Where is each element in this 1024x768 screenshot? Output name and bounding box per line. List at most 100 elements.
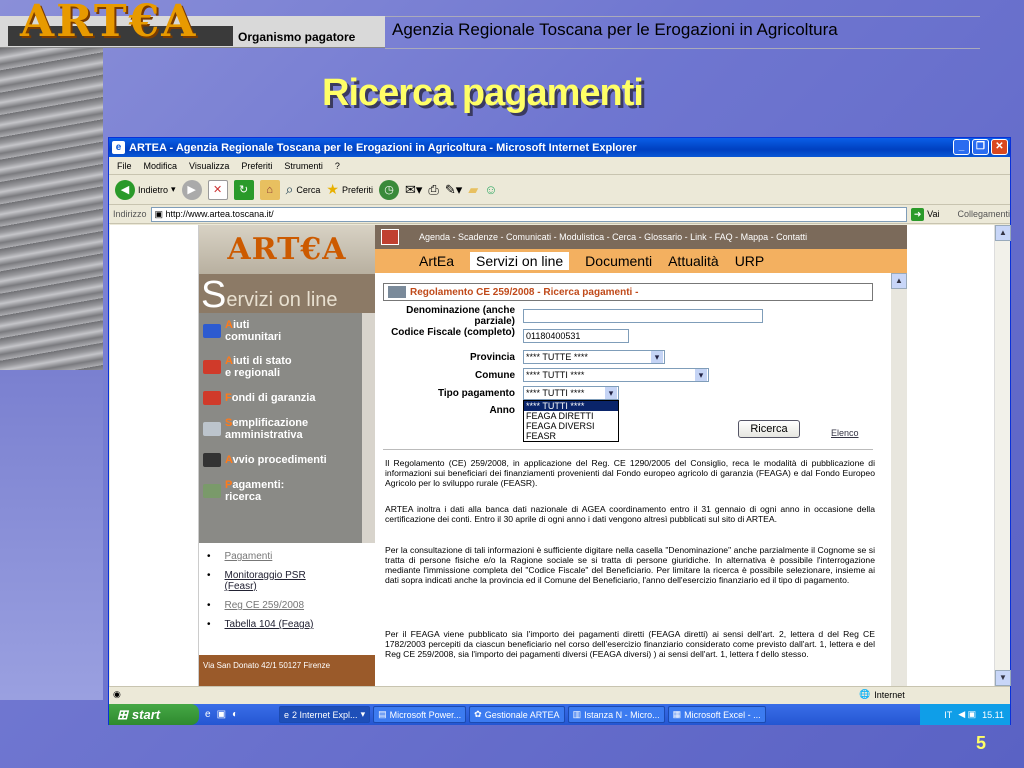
page-icon: ▣ [154, 208, 166, 219]
address-label: Indirizzo [113, 209, 147, 219]
forward-icon[interactable]: ▶ [181, 179, 202, 200]
home-icon[interactable]: ⌂ [259, 179, 280, 200]
dropdown-option[interactable]: FEAGA DIRETTI [524, 411, 618, 421]
close-button[interactable]: ✕ [991, 139, 1008, 155]
comune-label: Comune [475, 370, 515, 381]
tipo-pagamento-select[interactable]: **** TUTTI **** [523, 386, 619, 400]
submenu-item[interactable]: • Pagamenti [207, 547, 375, 566]
messenger-icon[interactable]: ☺ [484, 182, 497, 197]
submenu-label: Reg CE 259/2008 [224, 600, 305, 611]
submenu-item[interactable]: • Tabella 104 (Feaga) [207, 615, 375, 634]
go-button[interactable]: ➜ Vai [911, 207, 940, 221]
favorites-button[interactable]: ★ Preferiti [326, 181, 373, 198]
site-logo[interactable]: ART€A [199, 225, 375, 274]
dropdown-option[interactable]: FEASR [524, 431, 618, 441]
task-internet-explorer[interactable]: e2 Internet Expl... ▾ [279, 706, 371, 723]
top-nav-links[interactable]: Agenda - Scadenze - Comunicati - Modulis… [419, 232, 807, 242]
task-gestionale[interactable]: ✿ Gestionale ARTEA [469, 706, 565, 723]
go-label: Vai [927, 209, 940, 219]
nav-aiuti-comunitari[interactable]: Aiuti comunitari [199, 313, 375, 349]
search-button[interactable]: ⌕ Cerca [286, 181, 321, 198]
refresh-icon[interactable]: ↻ [233, 179, 254, 200]
provincia-select[interactable]: **** TUTTE **** [523, 350, 665, 364]
codice-fiscale-input[interactable]: 01180400531 [523, 329, 629, 343]
form-scrollbar[interactable]: ▲ [891, 273, 907, 686]
tab-urp[interactable]: URP [735, 253, 765, 269]
media-icon[interactable]: ◐ [232, 709, 238, 720]
ie-icon: e [112, 141, 125, 154]
artea-site: ART€A Servizi on line Aiuti comunitari A… [198, 225, 907, 686]
history-icon[interactable]: ◷ [379, 179, 399, 200]
maximize-button[interactable]: ❐ [972, 139, 989, 155]
denominazione-input[interactable] [523, 309, 763, 323]
form-icon [388, 286, 406, 298]
desktop-icon[interactable]: ▣ [217, 709, 226, 720]
search-icon: ⌕ [285, 181, 294, 197]
nav-fondi-garanzia[interactable]: Fondi di garanzia [199, 385, 375, 411]
submenu-item[interactable]: • Monitoraggio PSR (Feasr) [207, 566, 375, 596]
scroll-up-icon[interactable]: ▲ [995, 225, 1011, 241]
dropdown-option[interactable]: FEAGA DIVERSI [524, 421, 618, 431]
tipo-pagamento-label: Tipo pagamento [437, 388, 515, 399]
ricerca-button[interactable]: Ricerca [738, 420, 800, 438]
menu-help[interactable]: ? [335, 161, 340, 171]
word-icon: ▥ [572, 709, 582, 719]
task-powerpoint[interactable]: ▤ Microsoft Power... [373, 706, 467, 723]
tab-attualita[interactable]: Attualità [668, 253, 719, 269]
menu-strumenti[interactable]: Strumenti [284, 161, 323, 171]
dropdown-option[interactable]: **** TUTTI **** [524, 401, 618, 411]
nav-avvio-procedimenti[interactable]: Avvio procedimenti [199, 447, 375, 473]
edit-icon[interactable]: ✎▾ [445, 182, 462, 198]
menu-modifica[interactable]: Modifica [144, 161, 178, 171]
links-label[interactable]: Collegamenti [957, 209, 1010, 219]
home-flag-icon[interactable] [381, 229, 399, 245]
submenu: • Pagamenti • Monitoraggio PSR (Feasr) • Re… [199, 543, 375, 656]
quick-launch: e ▣ ◐ [205, 709, 238, 720]
task-istanza[interactable]: ▥ Istanza N - Micro... [567, 706, 665, 723]
submenu-item[interactable]: • Reg CE 259/2008 [207, 596, 375, 615]
language-indicator[interactable]: IT [944, 710, 952, 720]
provincia-label: Provincia [469, 352, 515, 363]
slide-number: 5 [976, 733, 987, 753]
tab-servizi[interactable]: Servizi on line [470, 252, 570, 270]
search-form: Regolamento CE 259/2008 - Ricerca pagame… [375, 273, 891, 686]
scroll-up-icon[interactable]: ▲ [891, 273, 907, 289]
slide-title: Ricerca pagamenti [322, 72, 644, 114]
nav-pagamenti-ricerca[interactable]: Pagamenti: ricerca [199, 473, 375, 509]
top-nav: Agenda - Scadenze - Comunicati - Modulis… [375, 225, 907, 249]
task-excel[interactable]: ▦ Microsoft Excel - ... [667, 706, 766, 723]
comune-select[interactable]: **** TUTTI **** [523, 368, 709, 382]
start-button[interactable]: ⊞ start [109, 704, 199, 725]
address-input[interactable]: ▣ http://www.artea.toscana.it/ [150, 206, 908, 222]
paragraph: Il Regolamento (CE) 259/2008, in applica… [385, 458, 875, 488]
nav-initial: A [225, 454, 233, 466]
menu-visualizza[interactable]: Visualizza [189, 161, 229, 171]
nav-scrollbar[interactable] [362, 313, 375, 543]
menu-file[interactable]: File [117, 161, 132, 171]
back-button[interactable]: ◀ Indietro ▾ [115, 179, 176, 200]
main-tabs: ArtEa Servizi on line Documenti Attualit… [375, 249, 907, 273]
form-header: Regolamento CE 259/2008 - Ricerca pagame… [383, 283, 873, 301]
tab-artea[interactable]: ArtEa [419, 253, 454, 269]
mail-icon[interactable]: ✉▾ [405, 182, 422, 198]
elenco-link[interactable]: Elenco [831, 428, 859, 438]
ie-quicklaunch-icon[interactable]: e [205, 709, 211, 720]
tray-icons[interactable]: ◀ ▣ [958, 709, 976, 720]
ie-icon: e [284, 709, 290, 720]
stop-icon[interactable]: ✕ [207, 179, 228, 200]
folder-icon[interactable]: ▰ [468, 182, 478, 198]
menu-preferiti[interactable]: Preferiti [241, 161, 272, 171]
minimize-button[interactable]: _ [953, 139, 970, 155]
page-scrollbar[interactable]: ▲ ▼ [994, 225, 1011, 686]
fund-icon [203, 391, 221, 405]
tipo-pagamento-dropdown[interactable]: **** TUTTI **** FEAGA DIRETTI FEAGA DIVE… [523, 400, 619, 442]
nav-aiuti-stato[interactable]: Aiuti di stato e regionali [199, 349, 375, 385]
page-viewport: ART€A Servizi on line Aiuti comunitari A… [110, 225, 998, 686]
site-footer: Via San Donato 42/1 50127 Firenze [199, 655, 375, 686]
nav-semplificazione[interactable]: Semplificazione amministrativa [199, 411, 375, 447]
anno-label: Anno [489, 405, 515, 416]
tab-documenti[interactable]: Documenti [585, 253, 652, 269]
bullet: • [207, 619, 211, 630]
print-icon[interactable]: ⎙ [428, 182, 438, 198]
scroll-down-icon[interactable]: ▼ [995, 670, 1011, 686]
